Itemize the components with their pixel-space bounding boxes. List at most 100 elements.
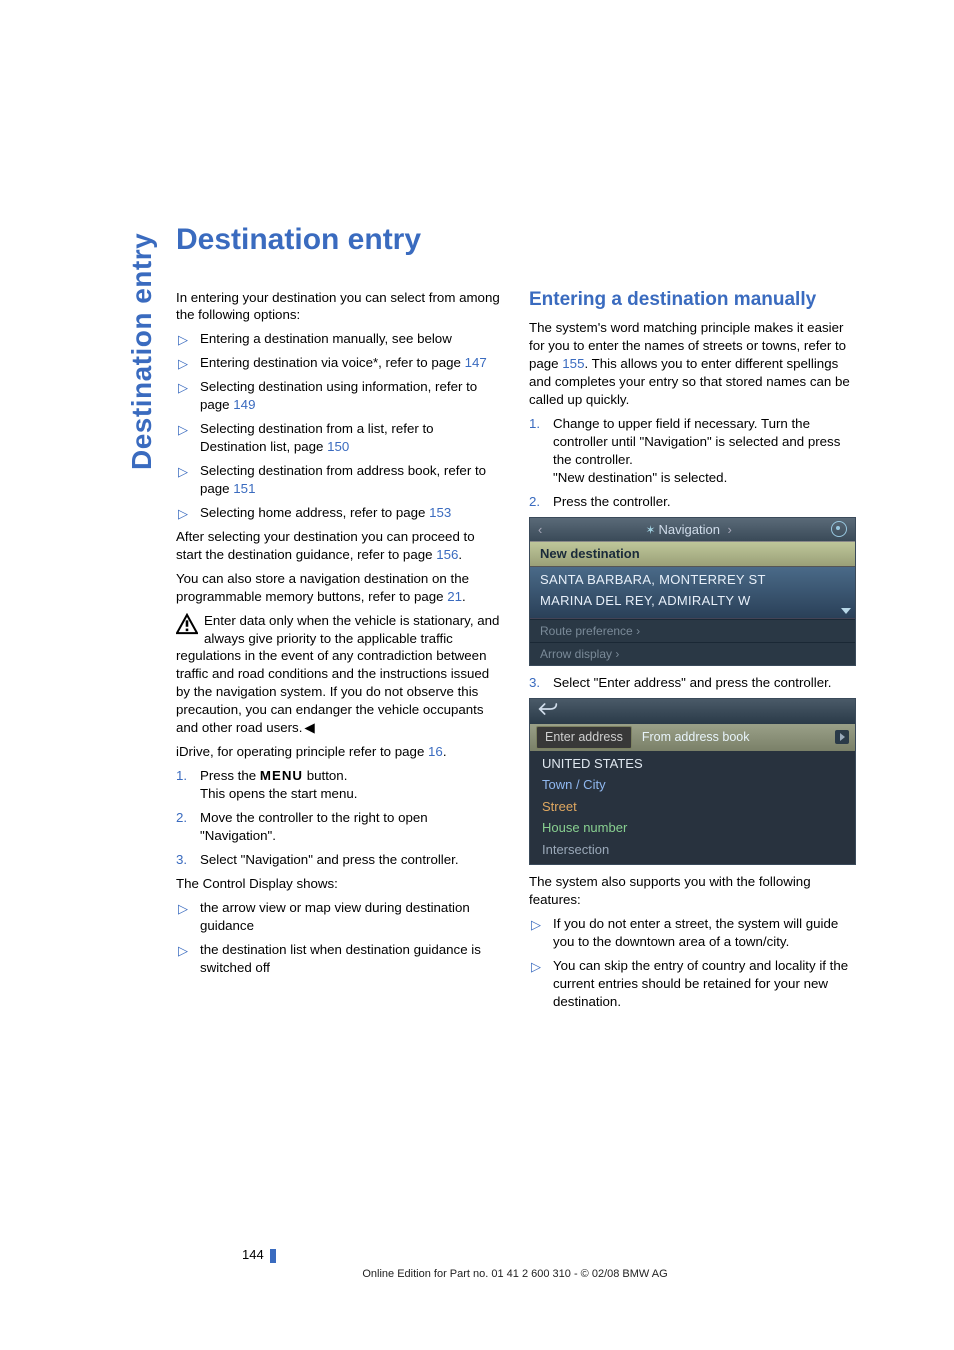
triangle-bullet-icon: ▷	[178, 942, 188, 960]
text: iDrive, for operating principle refer to…	[176, 744, 428, 759]
step-number: 1.	[176, 767, 187, 785]
text: .	[458, 547, 462, 562]
nav-topbar: ✶Navigation	[530, 518, 855, 542]
list-item: ▷Selecting destination from a list, refe…	[196, 420, 501, 456]
nav2-street-row: Street	[530, 796, 855, 818]
section-heading: Entering a destination manually	[529, 289, 854, 312]
option-text: Selecting destination from a list, refer…	[200, 421, 434, 454]
page-link[interactable]: 155	[562, 356, 584, 371]
nav-title: ✶Navigation	[546, 521, 831, 539]
list-item: ▷the destination list when destination g…	[196, 941, 501, 977]
page-link[interactable]: 156	[436, 547, 458, 562]
tab-enter-address: Enter address	[536, 726, 632, 749]
warning-text: Enter data only when the vehicle is stat…	[176, 613, 499, 736]
nav-arrow-display-row: Arrow display ›	[530, 642, 855, 665]
nav-destination-line: MARINA DEL REY, ADMIRALTY W	[540, 590, 845, 612]
page-link[interactable]: 151	[233, 481, 255, 496]
steps-list: 1. Press the MENU button. This opens the…	[176, 767, 501, 869]
triangle-bullet-icon: ▷	[178, 463, 188, 481]
nav-destinations-panel: SANTA BARBARA, MONTERREY ST MARINA DEL R…	[530, 567, 855, 619]
option-text: Selecting home address, refer to page	[200, 505, 429, 520]
text: .	[462, 589, 466, 604]
page-link[interactable]: 147	[465, 355, 487, 370]
step-number: 2.	[176, 809, 187, 827]
list-item: ▷Entering a destination manually, see be…	[196, 330, 501, 348]
paragraph: The system also supports you with the fo…	[529, 873, 854, 909]
list-item: ▷Selecting destination using information…	[196, 378, 501, 414]
text: After selecting your destination you can…	[176, 529, 475, 562]
navigation-screenshot-2: Enter address From address book UNITED S…	[529, 698, 856, 865]
nav2-tabs: Enter address From address book	[530, 724, 855, 751]
triangle-bullet-icon: ▷	[178, 421, 188, 439]
triangle-bullet-icon: ▷	[178, 355, 188, 373]
page-footer: 144 Online Edition for Part no. 01 41 2 …	[176, 1246, 854, 1282]
page-link[interactable]: 153	[429, 505, 451, 520]
text: Move the controller to the right to open…	[200, 810, 428, 843]
page-marker-icon	[270, 1249, 276, 1263]
list-item: ▷You can skip the entry of country and l…	[549, 957, 854, 1011]
text: Press the	[200, 768, 260, 783]
list-item: 2. Press the controller.	[549, 493, 854, 511]
warning-icon	[176, 613, 198, 635]
left-column: In entering your destination you can sel…	[176, 289, 501, 1017]
text: You can also store a navigation destinat…	[176, 571, 469, 604]
page-link[interactable]: 21	[447, 589, 462, 604]
page-link[interactable]: 150	[327, 439, 349, 454]
paragraph: The Control Display shows:	[176, 875, 501, 893]
list-item: ▷Selecting destination from address book…	[196, 462, 501, 498]
option-text: Entering destination via voice*, refer t…	[200, 355, 465, 370]
tab-from-address-book: From address book	[642, 729, 835, 746]
options-list: ▷ Entering a destination manually, see be…	[176, 330, 501, 521]
paragraph: After selecting your destination you can…	[176, 528, 501, 564]
step-subtext: "New destination" is selected.	[553, 469, 854, 487]
nav2-country-row: UNITED STATES	[530, 753, 855, 775]
text: Navigation	[659, 522, 720, 537]
intro-text: In entering your destination you can sel…	[176, 289, 501, 325]
nav-new-destination-row: New destination	[530, 541, 855, 567]
triangle-bullet-icon: ▷	[178, 379, 188, 397]
edition-line: Online Edition for Part no. 01 41 2 600 …	[176, 1267, 854, 1282]
page-link[interactable]: 149	[233, 397, 255, 412]
warning-block: Enter data only when the vehicle is stat…	[176, 612, 501, 738]
triangle-bullet-icon: ▷	[531, 916, 541, 934]
text: Press the controller.	[553, 494, 671, 509]
text: You can skip the entry of country and lo…	[553, 958, 848, 1009]
text: If you do not enter a street, the system…	[553, 916, 838, 949]
nav2-town-row: Town / City	[530, 774, 855, 796]
list-item: 2. Move the controller to the right to o…	[196, 809, 501, 845]
nav2-address-fields: UNITED STATES Town / City Street House n…	[530, 751, 855, 865]
option-text: Entering a destination manually, see bel…	[200, 331, 452, 346]
list-item: ▷Selecting home address, refer to page 1…	[196, 504, 501, 522]
chevron-left-icon	[538, 521, 546, 539]
support-list: ▷ If you do not enter a street, the syste…	[529, 915, 854, 1011]
menu-button-label: MENU	[260, 768, 303, 783]
text: the arrow view or map view during destin…	[200, 900, 470, 933]
step-number: 1.	[529, 415, 540, 433]
text: .	[443, 744, 447, 759]
chevron-right-icon	[720, 522, 732, 537]
nav2-intersection-row: Intersection	[530, 839, 855, 861]
control-display-list: ▷ the arrow view or map view during desti…	[176, 899, 501, 977]
chevron-right-icon	[835, 730, 849, 744]
triangle-bullet-icon: ▷	[531, 958, 541, 976]
end-marker-icon: ◀	[304, 719, 314, 737]
step-number: 3.	[176, 851, 187, 869]
step-number: 3.	[529, 674, 540, 692]
triangle-bullet-icon: ▷	[178, 331, 188, 349]
text: Select "Navigation" and press the contro…	[200, 852, 459, 867]
list-item: 3. Select "Navigation" and press the con…	[196, 851, 501, 869]
paragraph: You can also store a navigation destinat…	[176, 570, 501, 606]
list-item: 1. Press the MENU button. This opens the…	[196, 767, 501, 803]
paragraph: The system's word matching principle mak…	[529, 319, 854, 409]
back-icon	[538, 702, 558, 721]
step-number: 2.	[529, 493, 540, 511]
list-item: ▷the arrow view or map view during desti…	[196, 899, 501, 935]
steps-list: 1. Change to upper field if necessary. T…	[529, 415, 854, 511]
text: button.	[303, 768, 347, 783]
right-column: Entering a destination manually The syst…	[529, 289, 854, 1017]
text: the destination list when destination gu…	[200, 942, 481, 975]
gps-status-icon	[831, 521, 847, 537]
steps-list: 3. Select "Enter address" and press the …	[529, 674, 854, 692]
list-item: 3. Select "Enter address" and press the …	[549, 674, 854, 692]
page-link[interactable]: 16	[428, 744, 443, 759]
